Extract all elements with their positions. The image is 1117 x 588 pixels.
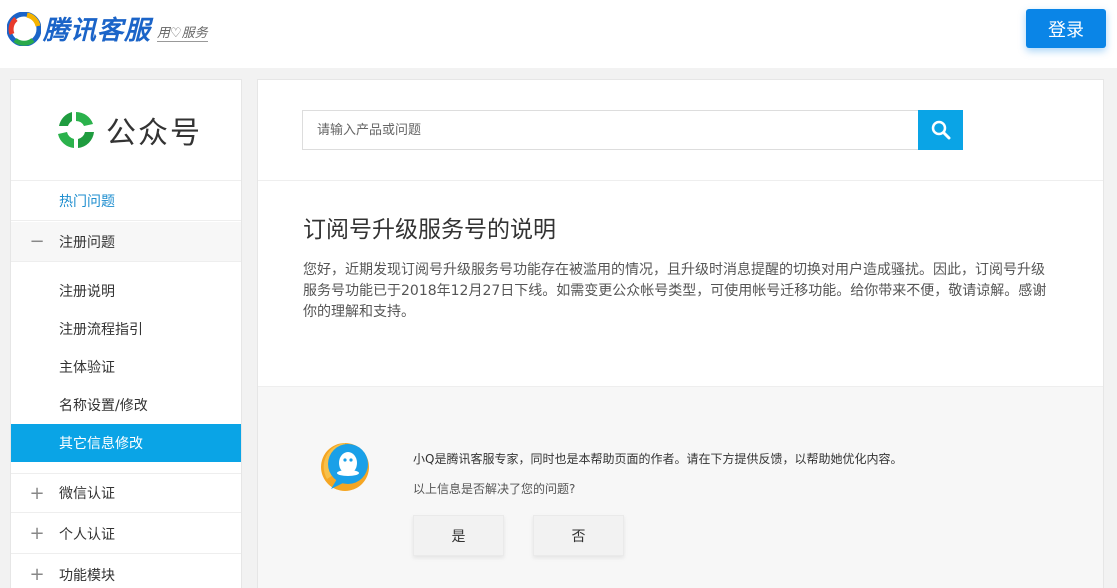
top-header: 腾讯客服 用♡服务 登录 <box>0 0 1117 68</box>
product-name: 公众号 <box>106 116 202 151</box>
feedback-intro: 小Q是腾讯客服专家，同时也是本帮助页面的作者。请在下方提供反馈，以帮助她优化内容… <box>413 452 903 466</box>
main-content: 订阅号升级服务号的说明 您好，近期发现订阅号升级服务号功能存在被滥用的情况，且升… <box>257 79 1104 588</box>
search-input[interactable] <box>302 110 918 150</box>
tencent-kefu-logo[interactable]: 腾讯客服 用♡服务 <box>7 10 208 47</box>
feedback-question: 以上信息是否解决了您的问题? <box>413 482 576 496</box>
tencent-logo-icon <box>7 11 41 46</box>
xiao-q-avatar-icon <box>321 443 369 491</box>
sidebar-item-registration-flow[interactable]: 注册流程指引 <box>11 310 241 348</box>
login-button[interactable]: 登录 <box>1026 9 1106 48</box>
sidebar-item-label: 热门问题 <box>59 193 115 210</box>
feedback-no-button[interactable]: 否 <box>533 515 624 556</box>
sidebar-item-label: 注册说明 <box>59 284 115 300</box>
sidebar-item-label: 名称设置/修改 <box>59 398 148 414</box>
sidebar: 公众号 热门问题 − 注册问题 注册说明 注册流程指引 主体验证 名称设置/修改… <box>10 79 242 588</box>
feedback-yes-button[interactable]: 是 <box>413 515 504 556</box>
sidebar-group-registration[interactable]: − 注册问题 <box>11 222 241 262</box>
sidebar-item-label: 其它信息修改 <box>59 436 143 452</box>
sidebar-item-label: 主体验证 <box>59 360 115 376</box>
sidebar-item-registration-guide[interactable]: 注册说明 <box>11 272 241 310</box>
sidebar-group-personal-verification[interactable]: + 个人认证 <box>11 514 241 554</box>
product-header: 公众号 <box>11 80 241 181</box>
sidebar-group-wechat-verification[interactable]: + 微信认证 <box>11 473 241 513</box>
article-body: 您好，近期发现订阅号升级服务号功能存在被滥用的情况，且升级时消息提醒的切换对用户… <box>303 262 1047 320</box>
feedback-section: 小Q是腾讯客服专家，同时也是本帮助页面的作者。请在下方提供反馈，以帮助她优化内容… <box>258 386 1103 588</box>
sidebar-group-label: 注册问题 <box>59 234 115 251</box>
sidebar-group-feature-modules[interactable]: + 功能模块 <box>11 555 241 588</box>
sidebar-group-label: 功能模块 <box>59 567 115 584</box>
sidebar-item-label: 注册流程指引 <box>59 322 143 338</box>
expand-icon: + <box>29 523 45 544</box>
sidebar-group-label: 微信认证 <box>59 486 115 502</box>
search-bar <box>302 110 963 150</box>
expand-icon: + <box>29 482 45 504</box>
article-title: 订阅号升级服务号的说明 <box>303 217 556 243</box>
expand-icon: + <box>29 564 45 585</box>
sidebar-item-hot-questions[interactable]: 热门问题 <box>11 181 241 221</box>
brand-slogan: 用♡服务 <box>157 22 208 42</box>
sidebar-item-other-info[interactable]: 其它信息修改 <box>11 424 241 462</box>
sidebar-item-entity-verification[interactable]: 主体验证 <box>11 348 241 386</box>
divider <box>258 180 1103 181</box>
wechat-official-account-icon <box>58 111 94 148</box>
sidebar-group-label: 个人认证 <box>59 526 115 543</box>
brand-name: 腾讯客服 <box>43 16 152 46</box>
sidebar-item-name-settings[interactable]: 名称设置/修改 <box>11 386 241 424</box>
search-button[interactable] <box>918 110 963 150</box>
search-icon <box>931 120 950 140</box>
collapse-icon: − <box>29 231 45 252</box>
